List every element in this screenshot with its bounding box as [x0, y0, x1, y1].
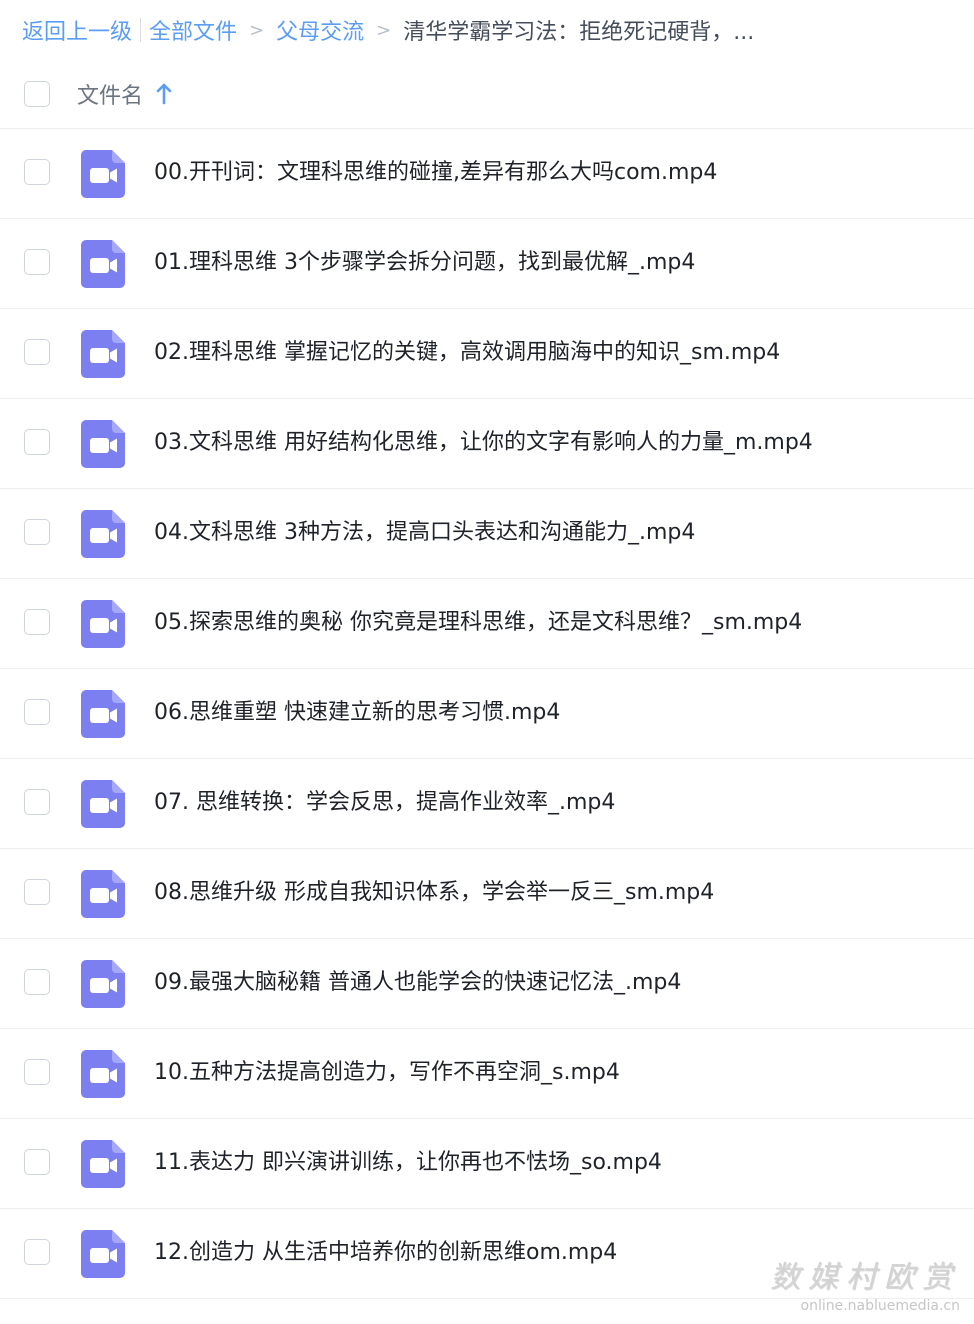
file-row[interactable]: 08.思维升级 形成自我知识体系，学会举一反三_sm.mp4 — [0, 849, 974, 939]
file-row-checkbox[interactable] — [24, 609, 50, 635]
video-file-icon — [81, 240, 125, 288]
breadcrumb-divider — [140, 18, 142, 42]
file-row[interactable]: 02.理科思维 掌握记忆的关键，高效调用脑海中的知识_sm.mp4 — [0, 309, 974, 399]
video-file-icon — [81, 780, 125, 828]
video-file-icon — [81, 870, 125, 918]
file-row-checkbox[interactable] — [24, 969, 50, 995]
file-row[interactable]: 04.文科思维 3种方法，提高口头表达和沟通能力_.mp4 — [0, 489, 974, 579]
list-header: 文件名 — [0, 60, 974, 129]
file-row-checkbox[interactable] — [24, 339, 50, 365]
file-name[interactable]: 04.文科思维 3种方法，提高口头表达和沟通能力_.mp4 — [154, 518, 695, 548]
file-row[interactable]: 03.文科思维 用好结构化思维，让你的文字有影响人的力量_m.mp4 — [0, 399, 974, 489]
watermark: 数媒村欧赏 online.nabluemedia.cn — [770, 1252, 960, 1314]
select-all-checkbox[interactable] — [24, 81, 50, 107]
file-row-checkbox[interactable] — [24, 249, 50, 275]
arrow-up-icon[interactable] — [155, 83, 173, 105]
file-name[interactable]: 09.最强大脑秘籍 普通人也能学会的快速记忆法_.mp4 — [154, 968, 681, 998]
file-name[interactable]: 02.理科思维 掌握记忆的关键，高效调用脑海中的知识_sm.mp4 — [154, 338, 780, 368]
file-name[interactable]: 11.表达力 即兴演讲训练，让你再也不怯场_so.mp4 — [154, 1148, 662, 1178]
file-row-checkbox[interactable] — [24, 1239, 50, 1265]
file-row-checkbox[interactable] — [24, 519, 50, 545]
video-file-icon — [81, 420, 125, 468]
file-row-checkbox[interactable] — [24, 1149, 50, 1175]
video-file-icon — [81, 690, 125, 738]
breadcrumb-current: 清华学霸学习法：拒绝死记硬背，... — [403, 20, 755, 45]
filename-column-header[interactable]: 文件名 — [77, 78, 173, 110]
video-file-icon — [81, 960, 125, 1008]
file-name[interactable]: 12.创造力 从生活中培养你的创新思维om.mp4 — [154, 1238, 617, 1268]
file-name[interactable]: 00.开刊词：文理科思维的碰撞,差异有那么大吗com.mp4 — [154, 158, 717, 188]
file-name[interactable]: 01.理科思维 3个步骤学会拆分问题，找到最优解_.mp4 — [154, 248, 695, 278]
file-name[interactable]: 08.思维升级 形成自我知识体系，学会举一反三_sm.mp4 — [154, 878, 714, 908]
video-file-icon — [81, 330, 125, 378]
file-row[interactable]: 10.五种方法提高创造力，写作不再空洞_s.mp4 — [0, 1029, 974, 1119]
video-file-icon — [81, 1230, 125, 1278]
file-browser-page: 返回上一级 全部文件 > 父母交流 > 清华学霸学习法：拒绝死记硬背，... 文… — [0, 0, 974, 1324]
file-row[interactable]: 07. 思维转换：学会反思，提高作业效率_.mp4 — [0, 759, 974, 849]
video-file-icon — [81, 1140, 125, 1188]
watermark-logo-text: 数媒村欧赏 — [770, 1260, 960, 1295]
video-file-icon — [81, 510, 125, 558]
breadcrumb-all-files-link[interactable]: 全部文件 — [149, 14, 237, 46]
breadcrumb-separator: > — [376, 19, 392, 41]
file-name[interactable]: 05.探索思维的奥秘 你究竟是理科思维，还是文科思维？_sm.mp4 — [154, 608, 802, 638]
file-row-checkbox[interactable] — [24, 789, 50, 815]
file-row[interactable]: 01.理科思维 3个步骤学会拆分问题，找到最优解_.mp4 — [0, 219, 974, 309]
breadcrumb: 返回上一级 全部文件 > 父母交流 > 清华学霸学习法：拒绝死记硬背，... — [22, 12, 962, 48]
file-name[interactable]: 06.思维重塑 快速建立新的思考习惯.mp4 — [154, 698, 560, 728]
file-row-checkbox[interactable] — [24, 429, 50, 455]
file-row[interactable]: 00.开刊词：文理科思维的碰撞,差异有那么大吗com.mp4 — [0, 129, 974, 219]
file-row-checkbox[interactable] — [24, 1059, 50, 1085]
breadcrumb-separator: > — [249, 19, 265, 41]
file-row-checkbox[interactable] — [24, 879, 50, 905]
video-file-icon — [81, 150, 125, 198]
file-row[interactable]: 06.思维重塑 快速建立新的思考习惯.mp4 — [0, 669, 974, 759]
file-row[interactable]: 11.表达力 即兴演讲训练，让你再也不怯场_so.mp4 — [0, 1119, 974, 1209]
file-name[interactable]: 03.文科思维 用好结构化思维，让你的文字有影响人的力量_m.mp4 — [154, 428, 813, 458]
file-list: 00.开刊词：文理科思维的碰撞,差异有那么大吗com.mp4 01.理科思维 3个… — [0, 129, 974, 1299]
file-row[interactable]: 05.探索思维的奥秘 你究竟是理科思维，还是文科思维？_sm.mp4 — [0, 579, 974, 669]
video-file-icon — [81, 1050, 125, 1098]
file-row-checkbox[interactable] — [24, 699, 50, 725]
filename-column-label: 文件名 — [77, 84, 144, 109]
file-name[interactable]: 07. 思维转换：学会反思，提高作业效率_.mp4 — [154, 788, 615, 818]
file-row[interactable]: 09.最强大脑秘籍 普通人也能学会的快速记忆法_.mp4 — [0, 939, 974, 1029]
video-file-icon — [81, 600, 125, 648]
watermark-url: online.nabluemedia.cn — [800, 1298, 961, 1314]
breadcrumb-parent-link[interactable]: 父母交流 — [276, 14, 364, 46]
file-row-checkbox[interactable] — [24, 159, 50, 185]
file-name[interactable]: 10.五种方法提高创造力，写作不再空洞_s.mp4 — [154, 1058, 620, 1088]
breadcrumb-back-link[interactable]: 返回上一级 — [22, 14, 132, 46]
